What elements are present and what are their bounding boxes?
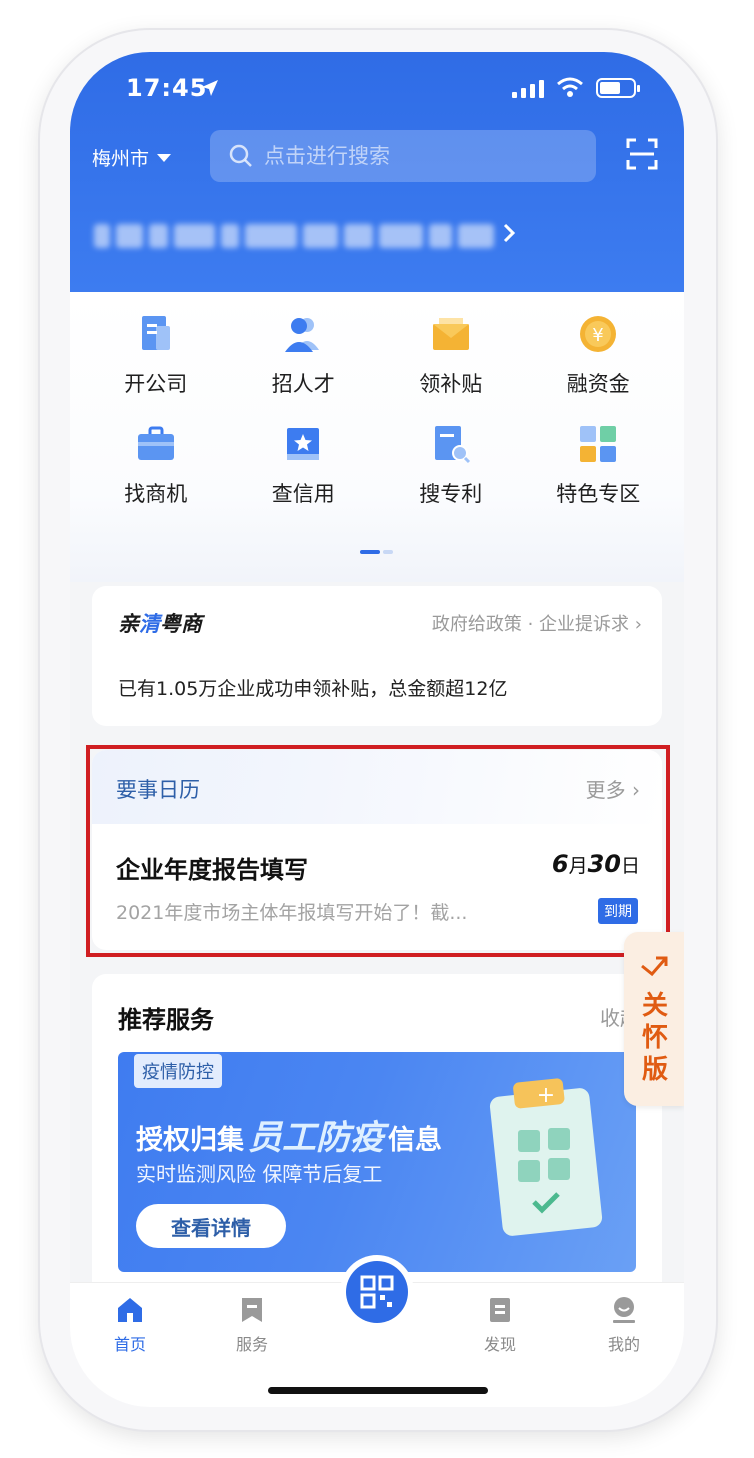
health-code-clipboard-icon: + — [489, 1078, 603, 1236]
tab-mine[interactable]: 我的 — [584, 1295, 664, 1355]
banner-tag: 疫情防控 — [134, 1054, 222, 1088]
battery-icon — [596, 78, 640, 98]
recommend-title: 推荐服务 — [118, 1006, 214, 1034]
quick-services-panel: 开公司 招人才 领补贴 ¥ 融资金 找商机 查信用 搜专利 特色专区 — [70, 292, 684, 582]
chevron-right-icon — [503, 223, 516, 243]
search-icon — [229, 144, 252, 167]
city-label: 梅州市 — [92, 148, 150, 170]
document-icon — [490, 1298, 510, 1322]
grid-item-label: 找商机 — [124, 482, 188, 506]
care-mode-label: 关怀版 — [641, 991, 668, 1085]
grid-item-recruit[interactable]: 招人才 — [230, 312, 378, 398]
home-icon — [118, 1298, 142, 1322]
grid-item-label: 查信用 — [271, 482, 335, 506]
home-indicator — [268, 1387, 488, 1394]
status-time: 17:45 — [126, 74, 208, 102]
svg-text:¥: ¥ — [593, 325, 604, 346]
grid-item-label: 领补贴 — [419, 372, 483, 396]
grid-item-patent[interactable]: 搜专利 — [377, 422, 525, 508]
quick-services-grid: 开公司 招人才 领补贴 ¥ 融资金 找商机 查信用 搜专利 特色专区 — [82, 312, 672, 508]
wifi-icon — [557, 77, 583, 97]
city-selector[interactable]: 梅州市 — [92, 144, 172, 171]
care-mode-toggle[interactable]: 关怀版 — [624, 932, 684, 1106]
blurred-company-name[interactable] — [94, 214, 494, 258]
building-doc-icon — [141, 316, 170, 350]
qinqing-note: 已有1.05万企业成功申领补贴，总金额超12亿 — [118, 678, 508, 700]
cellular-signal-icon — [512, 80, 544, 98]
doc-search-icon — [434, 426, 470, 464]
view-details-button[interactable]: 查看详情 — [136, 1204, 286, 1248]
recommend-card: 推荐服务 收起 疫情防控 授权归集 员工防疫 信息 实时监测风险 保障节后复工 查看… — [92, 974, 662, 1304]
yen-coin-icon: ¥ — [580, 316, 617, 352]
grid-item-label: 招人才 — [271, 372, 335, 396]
qinqing-brand: 亲清粤商 — [118, 612, 202, 636]
grid-item-funding[interactable]: ¥ 融资金 — [525, 312, 673, 398]
highlight-box — [86, 745, 670, 957]
user-icon — [613, 1297, 635, 1323]
tab-discover[interactable]: 发现 — [460, 1295, 540, 1355]
grid-item-label: 开公司 — [124, 372, 188, 396]
care-heart-icon — [641, 956, 668, 977]
grid-item-subsidy[interactable]: 领补贴 — [377, 312, 525, 398]
status-bar: 17:45 — [70, 70, 684, 110]
tab-home[interactable]: 首页 — [90, 1295, 170, 1355]
qr-code-icon — [360, 1275, 394, 1309]
briefcase-icon — [137, 426, 174, 460]
people-icon — [285, 318, 320, 352]
qinqing-links[interactable]: 政府给政策 · 企业提诉求 › — [432, 610, 642, 636]
search-bar[interactable] — [210, 130, 596, 182]
grid-item-business[interactable]: 找商机 — [82, 422, 230, 508]
star-book-icon — [287, 428, 320, 460]
svg-text:+: + — [537, 1083, 555, 1108]
grid-item-open-company[interactable]: 开公司 — [82, 312, 230, 398]
banner-subline: 实时监测风险 保障节后复工 — [136, 1162, 383, 1186]
banner-headline: 授权归集 员工防疫 信息 — [136, 1118, 442, 1158]
grid-item-label: 融资金 — [566, 372, 630, 396]
grid-item-label: 搜专利 — [419, 482, 483, 506]
bookmark-icon — [242, 1298, 262, 1322]
grid-item-credit[interactable]: 查信用 — [230, 422, 378, 508]
tab-services[interactable]: 服务 — [212, 1295, 292, 1355]
envelope-icon — [432, 318, 469, 350]
tiles-icon — [580, 426, 617, 462]
grid-item-special-zone[interactable]: 特色专区 — [525, 422, 673, 508]
location-arrow-icon — [202, 80, 218, 96]
search-input[interactable] — [264, 144, 564, 168]
grid-item-label: 特色专区 — [556, 482, 641, 506]
page-indicator — [360, 550, 393, 554]
chevron-right-icon: › — [634, 614, 642, 635]
caret-down-icon — [157, 153, 172, 162]
header: 17:45 梅州市 — [70, 52, 684, 292]
qinqing-card[interactable]: 亲清粤商 政府给政策 · 企业提诉求 › 已有1.05万企业成功申领补贴，总金额… — [92, 586, 662, 726]
qr-code-button[interactable] — [346, 1261, 408, 1323]
app-screen: 17:45 梅州市 开公司 招人才 — [70, 52, 684, 1407]
scan-icon[interactable] — [626, 138, 658, 170]
epidemic-banner[interactable]: 疫情防控 授权归集 员工防疫 信息 实时监测风险 保障节后复工 查看详情 + — [118, 1052, 636, 1272]
